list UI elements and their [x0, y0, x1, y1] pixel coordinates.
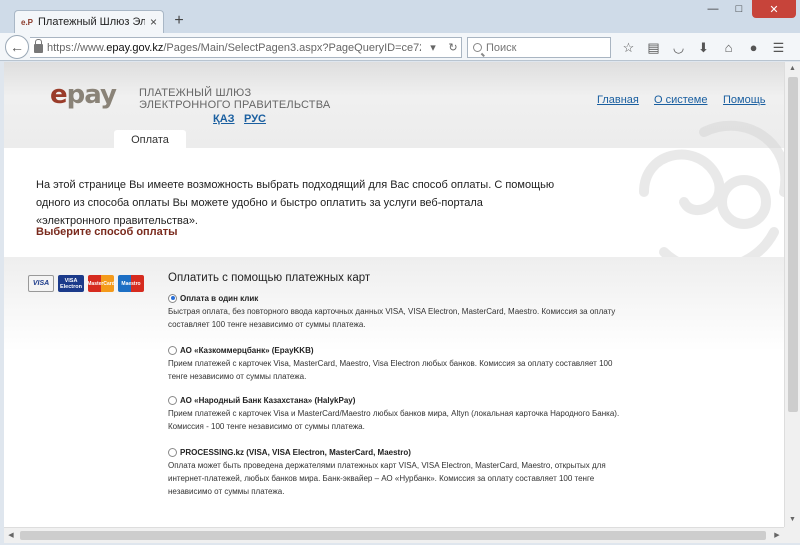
- reload-icon[interactable]: ↻: [445, 41, 461, 54]
- logo-subtitle: ПЛАТЕЖНЫЙ ШЛЮЗ ЭЛЕКТРОННОГО ПРАВИТЕЛЬСТВ…: [139, 87, 330, 111]
- tab-strip: e.P Платежный Шлюз Электр... × + — □ ✕: [0, 0, 800, 33]
- option-description: Оплата может быть проведена держателями …: [168, 461, 606, 496]
- page-viewport: epay ПЛАТЕЖНЫЙ ШЛЮЗ ЭЛЕКТРОННОГО ПРАВИТЕ…: [4, 62, 784, 527]
- scroll-right-icon[interactable]: ▶: [770, 528, 784, 544]
- horizontal-scroll-thumb[interactable]: [20, 531, 766, 540]
- lang-rus-link[interactable]: РУС: [244, 113, 266, 125]
- option-title: Оплата в один клик: [180, 293, 259, 303]
- vertical-scroll-thumb[interactable]: [788, 77, 798, 412]
- url-host: epay.gov.kz: [106, 41, 164, 54]
- epay-favicon-icon: e.P: [21, 17, 34, 27]
- vertical-scrollbar[interactable]: ▲ ▼: [784, 62, 800, 527]
- option-description: Прием платежей с карточек Visa и MasterC…: [168, 409, 620, 431]
- option-title: PROCESSING.kz (VISA, VISA Electron, Mast…: [180, 447, 411, 457]
- option-description: Быстрая оплата, без повторного ввода кар…: [168, 307, 616, 329]
- lang-kaz-link[interactable]: ҚАЗ: [213, 113, 235, 125]
- mastercard-card-icon: MasterCard: [87, 275, 115, 292]
- payment-option-oneclick[interactable]: Оплата в один клик Быстрая оплата, без п…: [168, 292, 628, 331]
- intro-text: На этой странице Вы имеете возможность в…: [36, 179, 555, 227]
- epay-logo[interactable]: epay: [50, 80, 117, 110]
- scroll-corner: [784, 527, 800, 543]
- payment-option-kkb[interactable]: АО «Казкоммерцбанк» (EpayKKB) Прием плат…: [168, 344, 628, 383]
- tab-payment: Оплата: [114, 130, 186, 150]
- toolbar-icons: ☆ ▤ ◡ ⬇ ⌂ ● ☰: [616, 39, 791, 57]
- card-logos: VISA VISA Electron MasterCard Maestro: [28, 275, 144, 292]
- tab-title: Платежный Шлюз Электр...: [38, 16, 145, 28]
- radio-processing[interactable]: [168, 447, 177, 457]
- radio-halyk[interactable]: [168, 395, 177, 405]
- nav-about-link[interactable]: О системе: [654, 94, 707, 106]
- menu-icon[interactable]: ☰: [766, 39, 791, 57]
- lock-icon: [34, 39, 43, 53]
- option-title: АО «Казкоммерцбанк» (EpayKKB): [180, 345, 314, 355]
- url-text: https://www.epay.gov.kz/Pages/Main/Selec…: [47, 42, 421, 54]
- logo-e: e: [50, 80, 68, 110]
- bookmark-star-icon[interactable]: ☆: [616, 39, 641, 57]
- window-close-button[interactable]: ✕: [752, 0, 796, 18]
- browser-tab[interactable]: e.P Платежный Шлюз Электр... ×: [14, 10, 164, 33]
- back-button[interactable]: ←: [5, 35, 29, 59]
- visa-electron-card-icon: VISA Electron: [58, 275, 84, 292]
- chat-icon[interactable]: ●: [741, 39, 766, 57]
- search-bar[interactable]: [467, 37, 611, 58]
- search-icon: [473, 43, 482, 52]
- radio-oneclick[interactable]: [168, 293, 177, 303]
- navigation-toolbar: ← https://www.epay.gov.kz/Pages/Main/Sel…: [0, 33, 800, 61]
- option-description: Прием платежей с карточек Visa, MasterCa…: [168, 359, 613, 381]
- address-bar[interactable]: https://www.epay.gov.kz/Pages/Main/Selec…: [30, 37, 462, 58]
- maximize-button[interactable]: □: [726, 0, 752, 18]
- back-arrow-icon: ←: [10, 39, 24, 55]
- dropdown-icon[interactable]: ▾: [425, 41, 441, 54]
- radio-kkb[interactable]: [168, 345, 177, 355]
- logo-text: pay: [66, 80, 117, 110]
- payment-option-halyk[interactable]: АО «Народный Банк Казахстана» (HalykPay)…: [168, 394, 628, 433]
- card-payment-heading: Оплатить с помощью платежных карт: [168, 272, 371, 284]
- download-icon[interactable]: ⬇: [691, 39, 716, 57]
- tab-close-icon[interactable]: ×: [150, 15, 157, 29]
- minimize-button[interactable]: —: [700, 0, 726, 18]
- nav-help-link[interactable]: Помощь: [723, 94, 766, 106]
- payment-option-processing[interactable]: PROCESSING.kz (VISA, VISA Electron, Mast…: [168, 446, 628, 498]
- nav-home-link[interactable]: Главная: [597, 94, 639, 106]
- pocket-icon[interactable]: ◡: [666, 39, 691, 57]
- scroll-left-icon[interactable]: ◀: [4, 528, 18, 544]
- scroll-down-icon[interactable]: ▼: [785, 513, 800, 527]
- url-prefix: https://www.: [47, 41, 107, 54]
- search-input[interactable]: [486, 41, 606, 54]
- choose-method-heading: Выберите способ оплаты: [36, 226, 178, 238]
- url-path: /Pages/Main/SelectPagen3.aspx?PageQueryI…: [163, 41, 421, 54]
- scroll-up-icon[interactable]: ▲: [785, 62, 800, 76]
- reading-list-icon[interactable]: ▤: [641, 39, 666, 57]
- new-tab-button[interactable]: +: [170, 12, 188, 30]
- maestro-card-icon: Maestro: [118, 275, 144, 292]
- home-icon[interactable]: ⌂: [716, 39, 741, 57]
- logo-subtitle-line2: ЭЛЕКТРОННОГО ПРАВИТЕЛЬСТВА: [139, 99, 331, 111]
- visa-card-icon: VISA: [28, 275, 54, 292]
- option-title: АО «Народный Банк Казахстана» (HalykPay): [180, 395, 356, 405]
- window-controls: — □ ✕: [700, 0, 796, 18]
- logo-subtitle-line1: ПЛАТЕЖНЫЙ ШЛЮЗ: [139, 87, 252, 99]
- horizontal-scrollbar[interactable]: ◀ ▶: [4, 527, 784, 543]
